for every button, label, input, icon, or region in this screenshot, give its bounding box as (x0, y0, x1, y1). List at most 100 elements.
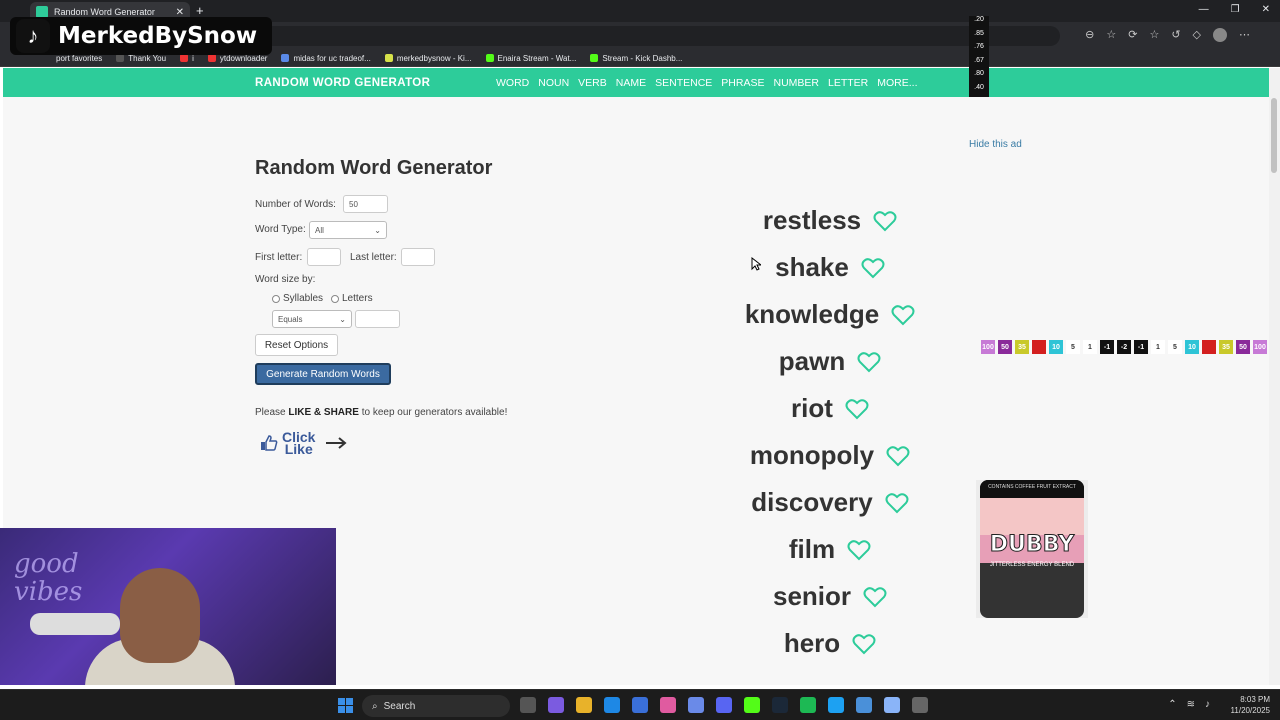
taskbar-clock[interactable]: 8:03 PM 11/20/2025 (1231, 694, 1270, 716)
file-explorer-icon[interactable] (576, 697, 592, 713)
bookmark-item[interactable]: Enaira Stream - Wat... (485, 54, 576, 63)
word-type-value: All (315, 225, 324, 235)
heart-icon[interactable] (886, 445, 910, 467)
volume-icon[interactable]: ♪ (1205, 699, 1210, 710)
history-icon[interactable]: ↺ (1171, 28, 1180, 42)
bookmark-item[interactable]: merkedbysnow - Ki... (384, 54, 472, 63)
word-result: riot (700, 393, 960, 424)
menu-dots-icon[interactable]: ⋯ (1239, 28, 1250, 42)
store-icon[interactable] (632, 697, 648, 713)
nav-name[interactable]: NAME (616, 77, 646, 89)
page-title: Random Word Generator (255, 157, 493, 179)
taskbar-search[interactable]: ⌕ Search (362, 695, 510, 717)
word-type-label: Word Type: (255, 224, 306, 235)
last-letter-label: Last letter: (350, 252, 397, 263)
profile-avatar[interactable] (1213, 28, 1227, 42)
tiktok-icon: ♪ (16, 19, 50, 53)
restore-icon[interactable]: ❐ (1231, 4, 1240, 15)
syllables-radio[interactable]: Syllables (272, 293, 323, 304)
nav-more[interactable]: MORE... (877, 77, 917, 89)
last-letter-input[interactable] (401, 248, 435, 266)
site-brand-link[interactable]: RANDOM WORD GENERATOR (255, 77, 430, 89)
heart-icon[interactable] (861, 257, 885, 279)
size-value-input[interactable] (355, 310, 400, 328)
bookmark-item[interactable]: midas for uc tradeof... (281, 54, 371, 63)
word-type-select[interactable]: All ⌄ (309, 221, 387, 239)
network-icon[interactable]: ≋ (1187, 699, 1195, 710)
nav-phrase[interactable]: PHRASE (721, 77, 764, 89)
word-result: pawn (700, 346, 960, 377)
nav-word[interactable]: WORD (496, 77, 529, 89)
click-like-button[interactable]: Click Like (260, 430, 348, 456)
zoom-icon[interactable]: ⊖ (1085, 28, 1094, 42)
word-text: knowledge (744, 299, 880, 329)
heart-icon[interactable] (847, 539, 871, 561)
word-result: senior (700, 581, 960, 612)
taskbar-apps (520, 697, 928, 713)
nav-noun[interactable]: NOUN (538, 77, 569, 89)
word-text: monopoly (749, 440, 875, 470)
first-letter-input[interactable] (307, 248, 341, 266)
word-text: discovery (751, 487, 873, 517)
copilot-icon[interactable] (688, 697, 704, 713)
reset-options-button[interactable]: Reset Options (255, 334, 338, 356)
radio-circle (272, 294, 280, 303)
site-nav-links: WORD NOUN VERB NAME SENTENCE PHRASE NUMB… (496, 77, 918, 89)
mouse-cursor-icon (751, 257, 761, 271)
windows-taskbar: ⌕ Search ⌃ ≋ ♪ 8:03 PM 11/20/2025 (0, 689, 1280, 720)
chevron-up-icon[interactable]: ⌃ (1168, 699, 1176, 710)
teams-icon[interactable] (548, 697, 564, 713)
heart-icon[interactable] (863, 586, 887, 608)
thumbs-up-icon (261, 435, 278, 451)
close-window-icon[interactable]: ✕ (1262, 4, 1270, 15)
first-letter-label: First letter: (255, 252, 303, 263)
heart-icon[interactable] (891, 304, 915, 326)
chevron-down-icon: ⌄ (339, 314, 346, 324)
streamer-head (120, 568, 200, 663)
page-scrollbar[interactable] (1269, 68, 1280, 685)
bookmark-item[interactable]: Stream - Kick Dashb... (590, 54, 682, 63)
kick-icon[interactable] (744, 697, 760, 713)
generate-words-button[interactable]: Generate Random Words (255, 363, 391, 385)
letters-radio[interactable]: Letters (331, 293, 373, 304)
ad-banner[interactable]: CONTAINS COFFEE FRUIT EXTRACT DUBBY JITT… (976, 480, 1088, 618)
favorite-star-icon[interactable]: ☆ (1106, 28, 1116, 42)
task-view-icon[interactable] (520, 697, 536, 713)
tab-title: Random Word Generator (54, 7, 155, 17)
letters-label: Letters (342, 293, 373, 304)
radio-circle (331, 294, 339, 303)
photos-icon[interactable] (856, 697, 872, 713)
nav-verb[interactable]: VERB (578, 77, 607, 89)
heart-icon[interactable] (873, 210, 897, 232)
notepad-icon[interactable] (884, 697, 900, 713)
nav-number[interactable]: NUMBER (773, 77, 819, 89)
close-tab-icon[interactable]: ✕ (176, 7, 184, 18)
spotify-icon[interactable] (800, 697, 816, 713)
search-icon: ⌕ (372, 700, 378, 712)
scrollbar-thumb[interactable] (1271, 98, 1277, 173)
obs-icon[interactable] (912, 697, 928, 713)
heart-icon[interactable] (885, 492, 909, 514)
webcam-overlay: good vibes (0, 528, 336, 685)
num-words-input[interactable]: 50 (343, 195, 388, 213)
app-icon[interactable] (660, 697, 676, 713)
nav-sentence[interactable]: SENTENCE (655, 77, 712, 89)
windows-start-icon[interactable] (338, 698, 353, 713)
new-tab-button[interactable]: + (196, 3, 204, 18)
heart-icon[interactable] (852, 633, 876, 655)
shield-icon[interactable]: ◇ (1193, 28, 1201, 42)
nav-letter[interactable]: LETTER (828, 77, 868, 89)
hide-ad-link[interactable]: Hide this ad (969, 139, 1022, 150)
discord-icon[interactable] (716, 697, 732, 713)
minimize-icon[interactable]: — (1199, 4, 1209, 15)
heart-icon[interactable] (845, 398, 869, 420)
chevron-down-icon: ⌄ (374, 225, 381, 235)
steam-icon[interactable] (772, 697, 788, 713)
app-icon[interactable] (828, 697, 844, 713)
kick-icon (485, 54, 494, 62)
extensions-icon[interactable]: ⟳ (1128, 28, 1137, 42)
edge-icon[interactable] (604, 697, 620, 713)
collections-icon[interactable]: ☆ (1149, 28, 1159, 42)
heart-icon[interactable] (857, 351, 881, 373)
comparison-select[interactable]: Equals ⌄ (272, 310, 352, 328)
